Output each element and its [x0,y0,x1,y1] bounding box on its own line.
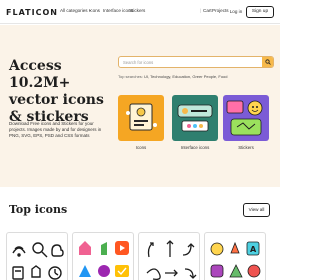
popular-terms[interactable]: UI, Technology, Education, Greer People,… [144,74,227,79]
search-input[interactable]: Search for icons [123,60,153,65]
search-icon [265,59,271,65]
icon-pack-tile-1[interactable] [6,232,68,280]
popular-label: Top searches: [118,74,143,79]
hero-subtitle: Download Free icons and Stickers for you… [9,121,102,139]
sticker-icons-preview: A [210,241,261,278]
interface-illustration [177,104,213,132]
signup-button[interactable]: Sign up [246,6,274,18]
interface-icons-category-card[interactable] [172,95,218,141]
line-icons-preview [12,242,64,280]
search-bar[interactable]: Search for icons [118,56,274,68]
icon-pack-tile-4[interactable]: A [204,232,266,280]
icon-pack-tile-2[interactable] [72,232,134,280]
arrow-icons-preview [146,240,197,280]
nav-all-categories[interactable]: All categories [60,8,91,13]
stickers-card-label[interactable]: Stickers [223,145,269,150]
svg-text:A: A [250,245,257,254]
icons-category-card[interactable] [118,95,164,141]
logo-text: FLATICON [6,7,58,17]
stickers-illustration [226,100,263,136]
icons-card-label[interactable]: Icons [118,145,164,150]
login-button[interactable]: Log in [227,6,245,17]
icon-pack-tile-3[interactable] [138,232,200,280]
flaticon-logo[interactable]: FLATICON [6,7,58,17]
top-icons-title: Top icons [9,203,68,216]
nav-icons[interactable]: Icons [89,8,100,13]
nav-divider: | [200,8,202,13]
nav-stickers[interactable]: Stickers [129,8,145,13]
view-all-button[interactable]: View all [243,203,270,217]
icons-illustration [126,103,157,131]
interface-icons-card-label[interactable]: Interface icons [172,145,218,150]
hero-title: Access 10.2M+ vector icons & stickers [9,58,104,125]
nav-cart[interactable]: Cart [203,8,212,13]
search-button[interactable] [262,57,273,67]
color-icons-preview [79,241,129,277]
stickers-category-card[interactable] [223,95,269,141]
popular-searches: Top searches: UI, Technology, Education,… [118,74,228,79]
hero-section: Access 10.2M+ vector icons & stickers Do… [0,25,280,187]
top-navbar: FLATICON All categories Icons Interface … [0,0,280,24]
